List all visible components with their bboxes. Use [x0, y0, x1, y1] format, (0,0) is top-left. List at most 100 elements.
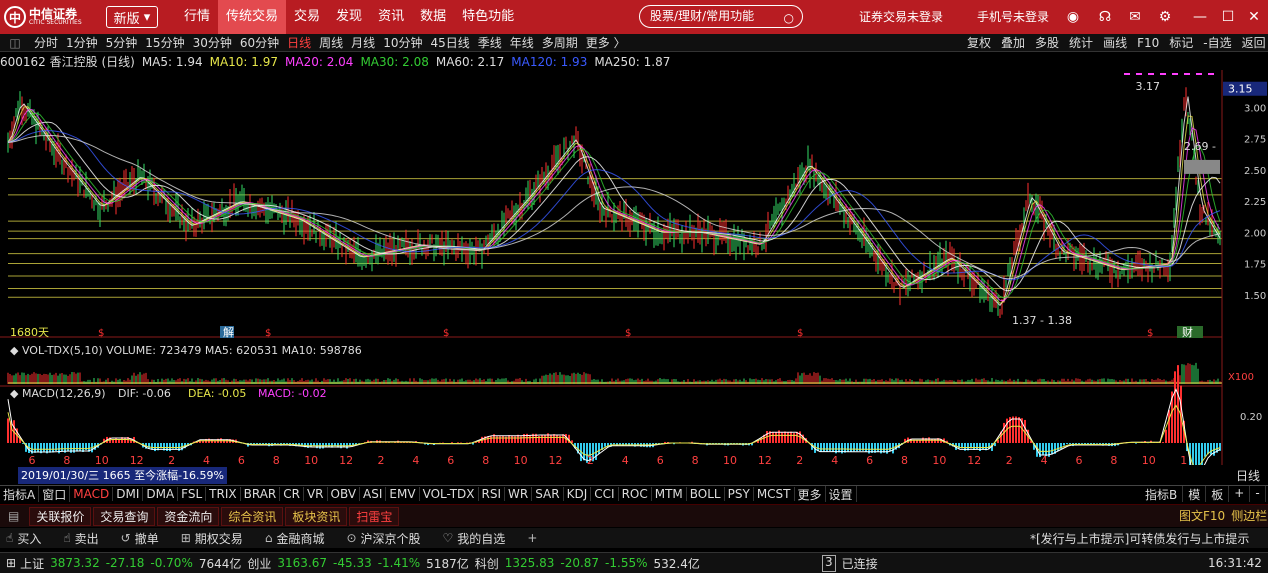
indicator-tab-18[interactable]: CCI [591, 487, 619, 501]
indicator-tab-22[interactable]: PSY [725, 487, 754, 501]
chart-tool-7[interactable]: -自选 [1198, 34, 1236, 51]
indicator-right-3[interactable]: + [1229, 486, 1251, 502]
nav-0[interactable]: 行情 [176, 0, 218, 34]
tool-5[interactable]: ⊙ 沪深京个股 [346, 530, 420, 547]
indicator-tab-16[interactable]: SAR [532, 487, 564, 501]
period-6[interactable]: 日线 [283, 34, 315, 51]
indicator-tab-12[interactable]: EMV [386, 487, 420, 501]
indicator-tab-3[interactable]: DMI [113, 487, 144, 501]
nav-2[interactable]: 交易 [286, 0, 328, 34]
tool-0[interactable]: ☝ 买入 [6, 530, 41, 547]
indicator-tab-1[interactable]: 窗口 [39, 486, 71, 502]
indicator-tab-24[interactable]: 更多 [795, 486, 826, 502]
chart-tool-2[interactable]: 多股 [1030, 34, 1064, 51]
message-icon[interactable]: ✉ [1125, 7, 1145, 27]
tool-1[interactable]: ☝ 卖出 [63, 530, 98, 547]
indicator-tab-5[interactable]: FSL [178, 487, 207, 501]
search-icon[interactable]: ○ [784, 8, 794, 29]
panel-tab-0[interactable]: 关联报价 [29, 506, 92, 526]
chart-tool-8[interactable]: 返回 [1237, 34, 1268, 51]
close-icon[interactable]: ✕ [1244, 7, 1264, 27]
indicator-tab-15[interactable]: WR [505, 487, 533, 501]
tool-3[interactable]: ⊞ 期权交易 [181, 530, 243, 547]
chart-tool-3[interactable]: 统计 [1064, 34, 1098, 51]
indicator-tab-13[interactable]: VOL-TDX [420, 487, 479, 501]
period-11[interactable]: 季线 [474, 34, 506, 51]
indicator-tab-11[interactable]: ASI [360, 487, 387, 501]
indicator-tab-21[interactable]: BOLL [687, 487, 725, 501]
chart-tool-1[interactable]: 叠加 [996, 34, 1030, 51]
period-14[interactable]: 更多 〉 [582, 34, 630, 51]
panel-tab-1[interactable]: 交易查询 [93, 506, 156, 526]
period-4[interactable]: 30分钟 [189, 34, 236, 51]
indicator-right-1[interactable]: 模 [1183, 486, 1207, 502]
listing-notice[interactable]: *[发行与上市提示]可转债发行与上市提示 [1030, 530, 1249, 547]
headset-icon[interactable]: ☊ [1095, 7, 1115, 27]
period-13[interactable]: 多周期 [538, 34, 582, 51]
indicator-tab-4[interactable]: DMA [143, 487, 179, 501]
panel-tab-4[interactable]: 板块资讯 [285, 506, 348, 526]
indicator-tab-14[interactable]: RSI [479, 487, 506, 501]
panel-tab-5[interactable]: 扫雷宝 [349, 506, 400, 526]
indicator-tab-0[interactable]: 指标A [0, 486, 40, 502]
phone-login-link[interactable]: 手机号未登录 [977, 0, 1049, 34]
settings-gear-icon[interactable]: ⚙ [1155, 7, 1175, 27]
indicator-tab-9[interactable]: VR [304, 487, 328, 501]
indicator-tab-17[interactable]: KDJ [564, 487, 592, 501]
period-10[interactable]: 45日线 [426, 34, 473, 51]
sh-label[interactable]: 上证 [20, 555, 44, 572]
period-0[interactable]: 分时 [30, 34, 62, 51]
chart-tool-5[interactable]: F10 [1132, 34, 1164, 51]
indicator-tab-7[interactable]: BRAR [241, 487, 281, 501]
fortune-icon[interactable]: ◉ [1063, 7, 1083, 27]
indicator-tab-25[interactable]: 设置 [826, 486, 857, 502]
period-9[interactable]: 10分钟 [379, 34, 426, 51]
period-12[interactable]: 年线 [506, 34, 538, 51]
panel-right-1[interactable]: 侧边栏 [1228, 507, 1268, 526]
search-input[interactable]: 股票/理财/常用功能 ○ [639, 5, 803, 28]
indicator-tab-2[interactable]: MACD [70, 487, 114, 501]
indicator-tab-6[interactable]: TRIX [206, 487, 241, 501]
collapse-icon[interactable]: ◫ [0, 36, 30, 50]
period-1[interactable]: 1分钟 [62, 34, 102, 51]
nav-4[interactable]: 资讯 [370, 0, 412, 34]
nav-1[interactable]: 传统交易 [218, 0, 287, 34]
clock: 16:31:42 [1208, 556, 1262, 570]
maximize-icon[interactable]: ☐ [1218, 7, 1238, 27]
version-dropdown[interactable]: 新版 ▾ [106, 6, 158, 28]
minimize-icon[interactable]: — [1190, 7, 1210, 27]
period-2[interactable]: 5分钟 [102, 34, 142, 51]
panel-tab-3[interactable]: 综合资讯 [221, 506, 284, 526]
kline-chart[interactable]: 3.15 3.00 2.75 2.50 2.25 2.00 1.75 1.50 2.69 - 3.… [0, 70, 1268, 465]
panel-toggle-icon[interactable]: ▤ [8, 509, 19, 523]
period-3[interactable]: 15分钟 [141, 34, 188, 51]
indicator-tab-8[interactable]: CR [280, 487, 304, 501]
chart-tool-0[interactable]: 复权 [962, 34, 996, 51]
tool-6[interactable]: ♡ 我的自选 [443, 530, 506, 547]
tool-7[interactable]: + [527, 531, 541, 545]
indicator-right-2[interactable]: 板 [1206, 486, 1230, 502]
period-7[interactable]: 周线 [315, 34, 347, 51]
tool-4[interactable]: ⌂ 金融商城 [265, 530, 325, 547]
trade-login-link[interactable]: 证券交易未登录 [859, 0, 943, 34]
connection-status[interactable]: 3 已连接 [822, 554, 878, 572]
chart-tool-6[interactable]: 标记 [1164, 34, 1198, 51]
period-8[interactable]: 月线 [347, 34, 379, 51]
nav-3[interactable]: 发现 [328, 0, 370, 34]
indicator-tab-10[interactable]: OBV [328, 487, 361, 501]
nav-5[interactable]: 数据 [412, 0, 454, 34]
cy-label[interactable]: 创业 [247, 555, 271, 572]
indicator-right-4[interactable]: - [1250, 486, 1266, 502]
kc-label[interactable]: 科创 [475, 555, 499, 572]
tool-2[interactable]: ↺ 撤单 [121, 530, 159, 547]
indicator-tab-19[interactable]: ROC [619, 487, 652, 501]
indicator-right-0[interactable]: 指标B [1140, 486, 1184, 502]
indicator-tab-23[interactable]: MCST [754, 487, 795, 501]
nav-6[interactable]: 特色功能 [454, 0, 522, 34]
panel-right-0[interactable]: 图文F10 [1176, 507, 1228, 526]
panel-tab-2[interactable]: 资金流向 [157, 506, 220, 526]
chart-tool-4[interactable]: 画线 [1098, 34, 1132, 51]
period-5[interactable]: 60分钟 [236, 34, 283, 51]
indicator-tab-20[interactable]: MTM [652, 487, 687, 501]
status-menu-icon[interactable]: ⊞ [6, 556, 16, 570]
